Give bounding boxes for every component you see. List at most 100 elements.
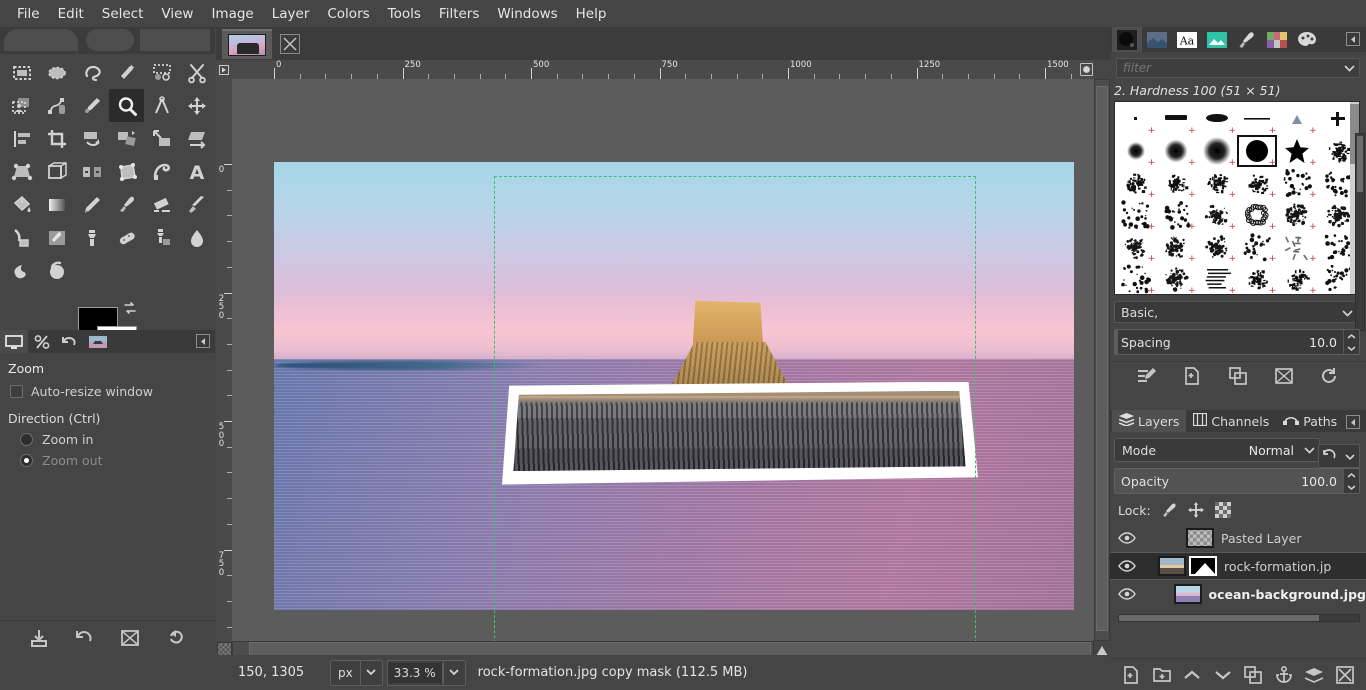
- new-layer-group-button[interactable]: [1150, 663, 1174, 687]
- lower-layer-button[interactable]: [1211, 663, 1235, 687]
- brush-item[interactable]: +: [1197, 199, 1237, 232]
- menu-windows[interactable]: Windows: [488, 2, 566, 26]
- cage-transform-tool[interactable]: [109, 155, 144, 188]
- brush-item[interactable]: +: [1237, 263, 1277, 294]
- layer-mode-chevron-down-icon[interactable]: [1299, 446, 1319, 454]
- clone-tool[interactable]: [74, 221, 109, 254]
- menu-view[interactable]: View: [152, 2, 202, 26]
- perspective-clone-tool[interactable]: [144, 221, 179, 254]
- brush-item[interactable]: +: [1277, 263, 1317, 294]
- unit-chevron-down-icon[interactable]: [359, 660, 382, 685]
- fuzzy-select-tool[interactable]: [109, 56, 144, 89]
- shear-tool[interactable]: [179, 122, 214, 155]
- layer-name[interactable]: ocean-background.jpg: [1209, 587, 1366, 602]
- delete-layer-button[interactable]: [1333, 663, 1357, 687]
- rect-select-tool[interactable]: [4, 56, 39, 89]
- brush-item[interactable]: +: [1197, 263, 1237, 294]
- dodge-burn-tool[interactable]: [39, 254, 74, 287]
- brush-item[interactable]: +: [1156, 263, 1196, 294]
- merge-down-button[interactable]: [1302, 663, 1326, 687]
- layer-mode-switch-group[interactable]: [1318, 444, 1360, 468]
- swap-colors-icon[interactable]: [122, 300, 138, 319]
- vertical-ruler[interactable]: 025050075010001250: [216, 79, 232, 641]
- brush-item[interactable]: +: [1197, 231, 1237, 264]
- edit-brush-button[interactable]: [1134, 363, 1160, 389]
- scissors-select-tool[interactable]: [179, 56, 214, 89]
- brush-item[interactable]: +: [1277, 167, 1317, 200]
- brush-item[interactable]: +: [1116, 263, 1156, 294]
- select-by-color-tool[interactable]: [144, 56, 179, 89]
- layer-name[interactable]: rock-formation.jp: [1224, 559, 1331, 574]
- images-tab[interactable]: [84, 330, 112, 353]
- blur-sharpen-tool[interactable]: [4, 254, 39, 287]
- lock-pixels-button[interactable]: [1160, 502, 1178, 518]
- paintbrush-tool[interactable]: [109, 188, 144, 221]
- palettes-tab[interactable]: [1292, 27, 1322, 52]
- unified-transform-tool[interactable]: [109, 122, 144, 155]
- collapse-layers-icon[interactable]: [1346, 415, 1360, 429]
- bucket-fill-tool[interactable]: [4, 188, 39, 221]
- layer-mode-group-chevron-down-icon[interactable]: [1345, 449, 1355, 463]
- warp-transform-tool[interactable]: [144, 155, 179, 188]
- brush-tag-chevron-down-icon[interactable]: [1342, 305, 1353, 320]
- brush-item[interactable]: +: [1116, 135, 1156, 168]
- paint-dynamics-tab[interactable]: [1232, 27, 1262, 52]
- tab-paths[interactable]: Paths: [1276, 410, 1344, 432]
- mypaint-brush-tool[interactable]: [39, 221, 74, 254]
- auto-resize-window-option[interactable]: Auto-resize window: [10, 384, 209, 399]
- brush-item[interactable]: +: [1156, 199, 1196, 232]
- eye-icon[interactable]: [1118, 532, 1146, 544]
- ellipse-select-tool[interactable]: [39, 56, 74, 89]
- layer-mode-control[interactable]: Mode Normal: [1114, 438, 1320, 462]
- lock-alpha-button[interactable]: [1214, 502, 1232, 518]
- menu-image[interactable]: Image: [202, 2, 262, 26]
- reset-tool-options-button[interactable]: [163, 625, 189, 651]
- layer-list-scrollbar[interactable]: [1118, 614, 1360, 622]
- airbrush-tool[interactable]: [179, 188, 214, 221]
- layer-row-ocean-background[interactable]: ocean-background.jpg: [1110, 580, 1366, 608]
- brush-item[interactable]: +: [1116, 199, 1156, 232]
- eye-icon[interactable]: [1118, 560, 1146, 572]
- brush-tag-selector[interactable]: Basic,: [1114, 301, 1360, 323]
- tool-options-tab[interactable]: [0, 330, 28, 353]
- zoom-chevron-down-icon[interactable]: [442, 660, 465, 685]
- brush-spacing-control[interactable]: Spacing 10.0: [1114, 329, 1360, 355]
- layer-opacity-control[interactable]: Opacity 100.0: [1114, 468, 1360, 494]
- brush-dock-scrollbar[interactable]: [1355, 133, 1365, 331]
- brush-item[interactable]: +: [1197, 103, 1237, 136]
- collapse-brushes-icon[interactable]: [1346, 32, 1360, 46]
- measure-tool[interactable]: [144, 89, 179, 122]
- raise-layer-button[interactable]: [1180, 663, 1204, 687]
- brush-item[interactable]: +: [1197, 135, 1237, 168]
- brush-filter-chevron-down-icon[interactable]: [1339, 64, 1359, 72]
- brush-item[interactable]: +: [1156, 135, 1196, 168]
- unit-selector[interactable]: px: [330, 659, 383, 686]
- brush-item[interactable]: +: [1237, 231, 1277, 264]
- refresh-brushes-button[interactable]: [1316, 363, 1342, 389]
- tab-channels[interactable]: Channels: [1186, 410, 1276, 432]
- gradients-tab[interactable]: [1262, 27, 1292, 52]
- brush-item[interactable]: +: [1236, 135, 1278, 168]
- eye-icon[interactable]: [1118, 588, 1141, 600]
- image-tab[interactable]: [222, 29, 272, 59]
- layer-name[interactable]: Pasted Layer: [1221, 531, 1302, 546]
- fonts-tab[interactable]: Aa: [1172, 27, 1202, 52]
- brush-filter-row[interactable]: [1116, 58, 1360, 78]
- collapse-tool-options-icon[interactable]: [196, 334, 210, 348]
- ruler-origin-button[interactable]: [216, 60, 232, 79]
- layer-mask-thumbnail[interactable]: [1189, 556, 1217, 576]
- eraser-tool[interactable]: [144, 188, 179, 221]
- crop-tool[interactable]: [39, 122, 74, 155]
- brush-grid-panel[interactable]: ++++++++++++++++++++++++++++++++++++: [1114, 101, 1360, 295]
- rotate-tool[interactable]: [74, 122, 109, 155]
- menu-layer[interactable]: Layer: [263, 2, 319, 26]
- delete-tool-preset-button[interactable]: [117, 625, 143, 651]
- perspective-tool[interactable]: [4, 155, 39, 188]
- zoom-tool[interactable]: [109, 89, 144, 122]
- brush-item[interactable]: +: [1156, 167, 1196, 200]
- brush-item[interactable]: +: [1277, 199, 1317, 232]
- brush-item[interactable]: +: [1237, 199, 1277, 232]
- flip-tool[interactable]: [74, 155, 109, 188]
- duplicate-layer-button[interactable]: [1241, 663, 1265, 687]
- brush-item[interactable]: +: [1116, 167, 1156, 200]
